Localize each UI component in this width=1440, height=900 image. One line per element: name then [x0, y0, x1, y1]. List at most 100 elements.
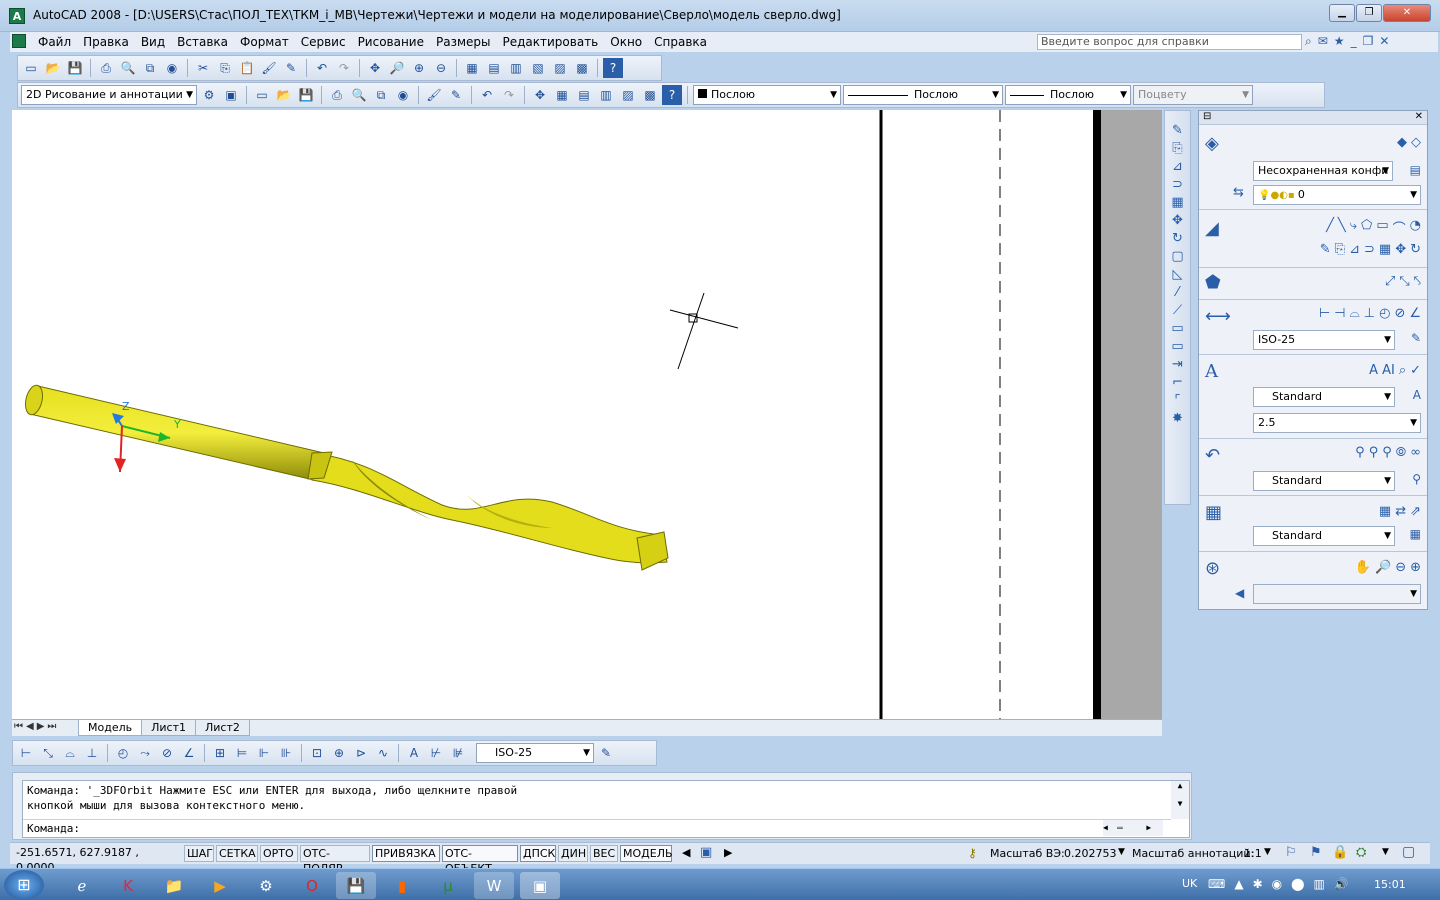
command-scrollbar[interactable]: ▲ ▼	[1171, 781, 1189, 819]
rotate-icon-2[interactable]: ↻	[1410, 242, 1421, 257]
calculator-icon-2[interactable]: ▩	[640, 85, 660, 105]
layer-previous-icon[interactable]: ⇆	[1233, 185, 1244, 200]
tab-1[interactable]: Лист1	[141, 720, 196, 736]
aligned-dim-icon[interactable]: ⊣	[1334, 306, 1345, 321]
stretch-icon[interactable]: ◺	[1173, 267, 1183, 282]
baseline-icon[interactable]: ⊨	[232, 743, 252, 763]
radius-icon-2[interactable]: ◴	[113, 743, 133, 763]
open-icon-2[interactable]: 📂	[274, 85, 294, 105]
coordinates-readout[interactable]: -251.6571, 627.9187 , 0.0000	[14, 845, 182, 874]
explode-icon[interactable]: ✸	[1172, 411, 1183, 426]
maximize-button[interactable]: ❐	[1356, 4, 1382, 22]
dim-update-icon[interactable]: ⊯	[448, 743, 468, 763]
media-player-icon[interactable]: ▶	[200, 872, 240, 899]
mleader-style-manager-icon[interactable]: ⚲	[1412, 472, 1421, 486]
clean-screen-icon[interactable]: ▢	[1402, 844, 1415, 860]
zoom-realtime-icon-2[interactable]: 🔎	[1375, 560, 1391, 575]
redo-icon[interactable]: ↷	[334, 58, 354, 78]
drill-model[interactable]	[23, 384, 669, 571]
fillet-icon[interactable]: ⌜	[1174, 393, 1180, 408]
tool-palettes-icon[interactable]: ▥	[506, 58, 526, 78]
jogged-icon[interactable]: ⤳	[135, 743, 155, 763]
torrent-icon[interactable]: μ	[428, 872, 468, 899]
plot-icon-2[interactable]: ⎙	[327, 85, 347, 105]
status-button-6[interactable]: ДПСК	[520, 845, 556, 862]
sheet-set-icon[interactable]: ▧	[528, 58, 548, 78]
zoom-previous-icon[interactable]: ⊖	[431, 58, 451, 78]
autocad-task-icon[interactable]: ▣	[520, 872, 560, 899]
arc-length-icon[interactable]: ⌓	[1349, 306, 1359, 321]
tab-2[interactable]: Лист2	[194, 720, 250, 736]
aligned-dim-icon-2[interactable]: ⤡	[38, 743, 58, 763]
mirror-icon-2[interactable]: ⊿	[1349, 242, 1360, 257]
menu-item-0[interactable]: Файл	[32, 34, 77, 50]
offset-icon-2[interactable]: ⊃	[1364, 242, 1375, 257]
diameter-icon[interactable]: ⊘	[1394, 306, 1405, 321]
favorites-icon[interactable]: ★	[1334, 34, 1345, 49]
keyboard-icon[interactable]: ⌨	[1208, 877, 1225, 891]
tray-settings-icon[interactable]: ⛭	[1356, 845, 1366, 860]
menu-item-10[interactable]: Справка	[648, 34, 713, 50]
minimize-button[interactable]: ▁	[1329, 4, 1355, 22]
markup-icon-2[interactable]: ▨	[618, 85, 638, 105]
annotation-visibility-icon[interactable]: ⚐	[1285, 845, 1297, 860]
layer-tools-icon[interactable]: ◆	[1397, 135, 1407, 150]
radius-icon[interactable]: ◴	[1379, 306, 1390, 321]
annotation-scale-value[interactable]: 1:1	[1244, 847, 1262, 860]
status-button-1[interactable]: СЕТКА	[216, 845, 258, 862]
array-icon[interactable]: ▦	[1171, 195, 1183, 210]
linear-dim-icon[interactable]: ⊢	[1319, 306, 1330, 321]
tab-prev-icon[interactable]: ◀	[26, 721, 34, 732]
3d-tool-1-icon[interactable]: ⤢	[1385, 274, 1395, 289]
center-mark-icon[interactable]: ⊕	[329, 743, 349, 763]
publish-icon[interactable]: ⧉	[140, 58, 160, 78]
break-icon[interactable]: ▭	[1171, 339, 1183, 354]
table-style-select[interactable]: Standard ▼	[1253, 526, 1395, 546]
document-icon[interactable]	[12, 34, 26, 48]
palette-menu-icon[interactable]: ⊟	[1203, 111, 1211, 122]
array-icon-2[interactable]: ▦	[1379, 242, 1391, 257]
copy-icon-3[interactable]: ⎘	[1335, 242, 1345, 257]
auto-scale-icon[interactable]: ⚑	[1310, 845, 1322, 860]
pan-icon-3[interactable]: ✋	[1355, 560, 1371, 575]
layer-states-icon[interactable]: ◇	[1411, 135, 1421, 150]
word-icon[interactable]: W	[474, 872, 514, 899]
scale-icon[interactable]: ▢	[1171, 249, 1183, 264]
explorer-icon[interactable]: 📁	[154, 872, 194, 899]
status-button-3[interactable]: ОТС-ПОЛЯР	[300, 845, 370, 875]
multiline-text-icon[interactable]: A	[1369, 363, 1378, 378]
language-indicator[interactable]: UK	[1182, 877, 1197, 890]
properties-icon[interactable]: ▦	[462, 58, 482, 78]
save-icon[interactable]: 💾	[65, 58, 85, 78]
dim-style-select[interactable]: ISO-25 ▼	[1253, 330, 1395, 350]
tool-palettes-icon-2[interactable]: ▥	[596, 85, 616, 105]
3d-tool-2-icon[interactable]: ⤡	[1399, 274, 1409, 289]
tab-0[interactable]: Модель	[78, 720, 143, 736]
angular-icon-2[interactable]: ∠	[179, 743, 199, 763]
search-icon[interactable]: ⌕	[1305, 34, 1312, 49]
join-icon[interactable]: ⇥	[1172, 357, 1183, 372]
find-text-icon[interactable]: ⌕	[1399, 363, 1406, 378]
table-icon[interactable]: ▦	[1379, 504, 1391, 519]
menu-item-1[interactable]: Правка	[77, 34, 135, 50]
menu-item-2[interactable]: Вид	[135, 34, 171, 50]
doc-restore-icon[interactable]: ❐	[1363, 34, 1374, 49]
help-icon-2[interactable]: ?	[662, 85, 682, 105]
pan-icon[interactable]: ✥	[365, 58, 385, 78]
design-center-icon-2[interactable]: ▤	[574, 85, 594, 105]
new-icon[interactable]: ▭	[21, 58, 41, 78]
command-input[interactable]: Команда:	[23, 819, 1171, 837]
workspace-settings-icon[interactable]: ⚙	[199, 85, 219, 105]
start-button[interactable]: ⊞	[4, 870, 44, 900]
dim-style-manager-icon[interactable]: ✎	[1411, 331, 1421, 345]
tab-last-icon[interactable]: ⏭	[47, 721, 56, 732]
multileader-icon[interactable]: ⚲	[1355, 445, 1365, 460]
break-at-point-icon[interactable]: ▭	[1171, 321, 1183, 336]
menu-item-3[interactable]: Вставка	[171, 34, 234, 50]
ie-icon[interactable]: ℯ	[62, 872, 102, 899]
tab-first-icon[interactable]: ⏮	[14, 721, 23, 732]
clock[interactable]: 15:01	[1374, 878, 1406, 891]
tray-expand-icon[interactable]: ▲	[1234, 877, 1243, 891]
line-icon[interactable]: ╱	[1326, 218, 1334, 237]
design-center-icon[interactable]: ▤	[484, 58, 504, 78]
